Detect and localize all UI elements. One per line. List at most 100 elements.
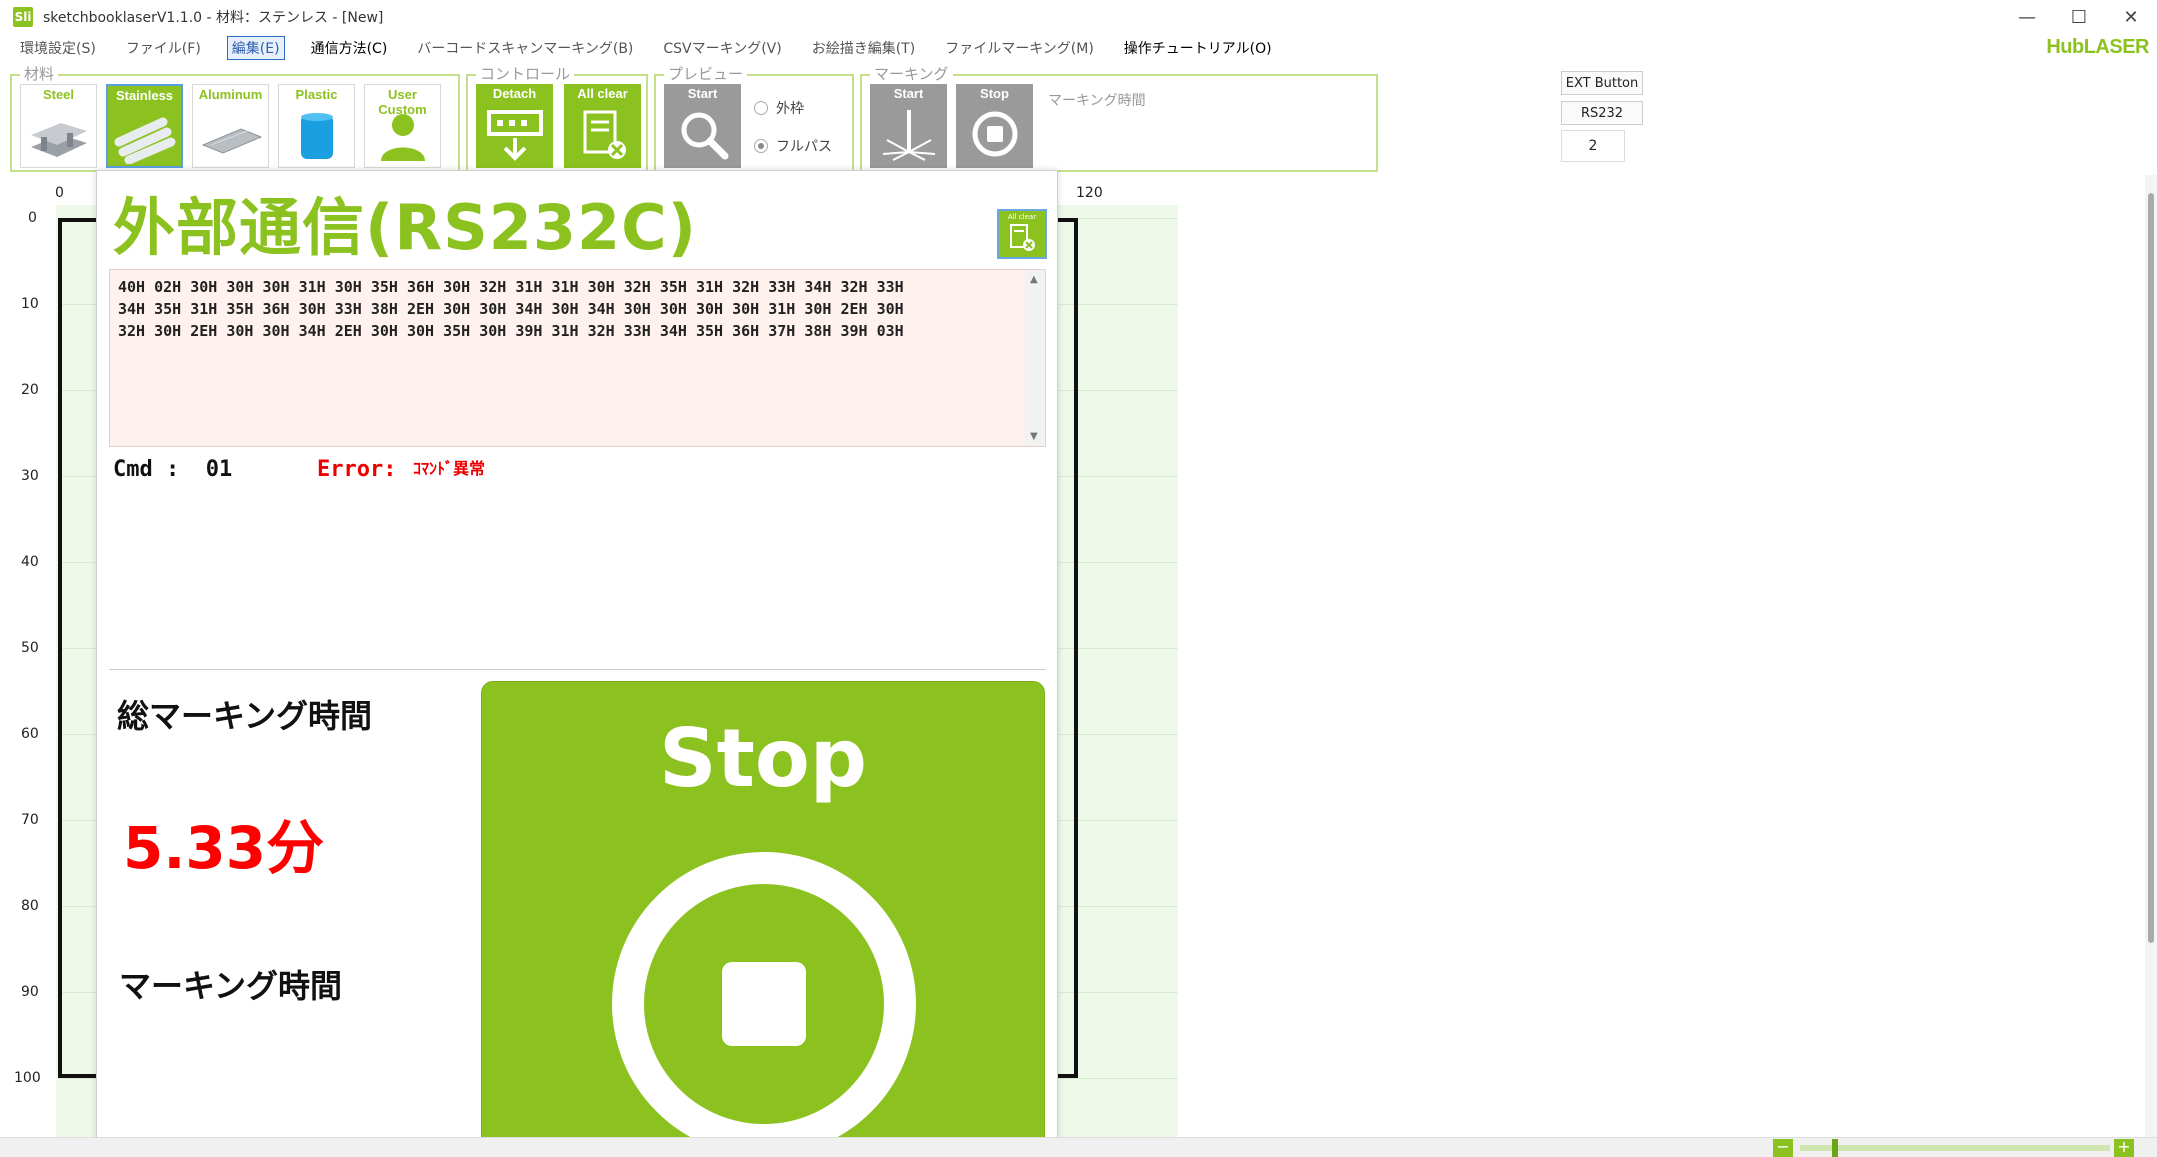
marking-group: マーキング Start Stop マーキング時間 — [860, 63, 1378, 172]
hex-line: 34H 35H 31H 35H 36H 30H 33H 38H 2EH 30H … — [118, 300, 904, 318]
dialog-title: 外部通信(RS232C) — [113, 191, 697, 264]
preview-group-label: プレビュー — [664, 63, 748, 84]
control-group: コントロール Detach All clear — [466, 63, 648, 172]
y-tick: 30 — [21, 468, 39, 484]
magnifier-icon — [681, 112, 728, 160]
x-tick: 0 — [55, 185, 64, 201]
stainless-pipes-icon — [114, 117, 175, 164]
all-clear-icon — [1010, 224, 1035, 251]
brand-logo: HubLASER — [2046, 36, 2149, 58]
marking-time-header: マーキング時間 — [1048, 93, 1146, 109]
title-bar: Sli sketchbooklaserV1.1.0 - 材料：ステンレス - [… — [0, 0, 2157, 34]
command-readout: Cmd : 01 — [113, 457, 233, 482]
material-steel-button[interactable]: Steel — [20, 84, 97, 168]
rs232c-dialog: 外部通信(RS232C) All clear 40H 02H 30H 30H 3… — [96, 170, 1058, 1157]
material-aluminum-button[interactable]: Aluminum — [192, 84, 269, 168]
scroll-down-icon[interactable]: ▼ — [1030, 431, 1038, 442]
channel-value: 2 — [1561, 130, 1625, 162]
preview-start-button[interactable]: Start — [664, 84, 741, 168]
all-clear-icon — [583, 110, 626, 159]
scroll-up-icon[interactable]: ▲ — [1030, 274, 1038, 285]
menu-settings[interactable]: 環境設定(S) — [16, 37, 100, 59]
stop-circle-icon — [612, 852, 916, 1156]
stop-icon — [972, 111, 1017, 157]
menu-drawing-edit[interactable]: お絵描き編集(T) — [808, 37, 919, 59]
preview-group: プレビュー Start 外枠 フルパス — [654, 63, 854, 172]
dialog-all-clear-button[interactable]: All clear — [997, 209, 1047, 259]
marking-group-label: マーキング — [870, 63, 953, 84]
y-tick: 60 — [21, 726, 39, 742]
y-tick: 100 — [14, 1070, 41, 1086]
y-tick: 0 — [28, 210, 37, 226]
received-data-textarea[interactable]: 40H 02H 30H 30H 30H 31H 30H 35H 36H 30H … — [109, 269, 1046, 447]
laser-beam-icon — [882, 110, 935, 161]
app-icon: Sli — [13, 7, 33, 27]
preview-start-label: Start — [687, 86, 718, 101]
big-stop-button[interactable]: Stop — [481, 681, 1045, 1157]
y-tick: 50 — [21, 640, 39, 656]
error-value: ｺﾏﾝﾄﾞ異常 — [413, 459, 486, 478]
menu-file-marking[interactable]: ファイルマーキング(M) — [941, 37, 1098, 59]
app-window: Sli sketchbooklaserV1.1.0 - 材料：ステンレス - [… — [0, 0, 2157, 1157]
maximize-button[interactable]: ☐ — [2053, 0, 2105, 34]
material-stainless-button[interactable]: Stainless — [106, 84, 183, 168]
big-stop-label: Stop — [658, 712, 868, 805]
minimize-button[interactable]: — — [2001, 0, 2053, 34]
y-tick: 90 — [21, 984, 39, 1000]
vertical-scrollbar-thumb[interactable] — [2148, 193, 2154, 943]
material-stainless-label: Stainless — [115, 88, 174, 103]
material-plastic-button[interactable]: Plastic — [278, 84, 355, 168]
control-group-label: コントロール — [476, 63, 575, 84]
full-path-option[interactable]: フルパス — [754, 136, 832, 156]
window-controls: — ☐ ✕ — [2001, 0, 2157, 34]
detach-icon — [486, 110, 543, 161]
marking-time-label: マーキング時間 — [119, 967, 343, 1005]
vertical-scrollbar[interactable] — [2145, 175, 2157, 1137]
all-clear-button[interactable]: All clear — [564, 84, 641, 168]
total-marking-time-value: 5.33分 — [123, 814, 325, 882]
aluminum-sheet-icon — [201, 128, 262, 154]
vertical-ruler: 0 10 20 30 40 50 60 70 80 90 100 — [8, 205, 56, 1137]
y-tick: 20 — [21, 382, 39, 398]
menu-tutorial[interactable]: 操作チュートリアル(O) — [1120, 37, 1276, 59]
window-title: sketchbooklaserV1.1.0 - 材料：ステンレス - [New] — [43, 10, 384, 26]
zoom-slider[interactable] — [1800, 1145, 2110, 1151]
material-group-label: 材料 — [20, 63, 59, 84]
menu-communication[interactable]: 通信方法(C) — [307, 37, 392, 59]
x-tick: 120 — [1076, 185, 1103, 201]
zoom-out-button[interactable]: − — [1773, 1139, 1793, 1157]
material-plastic-label: Plastic — [295, 87, 338, 102]
plastic-barrel-icon — [300, 113, 333, 159]
zoom-in-button[interactable]: + — [2114, 1139, 2134, 1157]
y-tick: 80 — [21, 898, 39, 914]
hex-line: 32H 30H 2EH 30H 30H 34H 2EH 30H 30H 35H … — [118, 322, 904, 340]
menu-bar: 環境設定(S) ファイル(F) 編集(E) 通信方法(C) バーコードスキャンマ… — [0, 34, 2157, 62]
steel-beam-icon — [30, 123, 87, 157]
outer-frame-label: 外枠 — [776, 101, 804, 117]
marking-start-button[interactable]: Start — [870, 84, 947, 168]
material-group: 材料 Steel Stainless Aluminum Plastic User… — [10, 63, 460, 172]
close-button[interactable]: ✕ — [2105, 0, 2157, 34]
textarea-scrollbar[interactable]: ▲ ▼ — [1025, 270, 1045, 446]
ext-button[interactable]: EXT Button — [1561, 71, 1643, 95]
full-path-radio[interactable] — [754, 139, 768, 153]
y-tick: 70 — [21, 812, 39, 828]
menu-file[interactable]: ファイル(F) — [122, 37, 205, 59]
y-tick: 10 — [21, 296, 39, 312]
material-user-custom-button[interactable]: User Custom — [364, 84, 441, 168]
error-label: Error: — [317, 457, 397, 482]
zoom-slider-thumb[interactable] — [1832, 1139, 1838, 1157]
menu-csv-marking[interactable]: CSVマーキング(V) — [659, 37, 785, 59]
material-steel-label: Steel — [42, 87, 75, 102]
outer-frame-option[interactable]: 外枠 — [754, 98, 804, 118]
menu-edit[interactable]: 編集(E) — [226, 36, 285, 60]
y-tick: 40 — [21, 554, 39, 570]
hex-line: 40H 02H 30H 30H 30H 31H 30H 35H 36H 30H … — [118, 278, 904, 296]
marking-stop-button[interactable]: Stop — [956, 84, 1033, 168]
outer-frame-radio[interactable] — [754, 101, 768, 115]
material-aluminum-label: Aluminum — [198, 87, 263, 102]
menu-barcode-marking[interactable]: バーコードスキャンマーキング(B) — [413, 37, 637, 59]
rs232-button[interactable]: RS232 — [1561, 101, 1643, 125]
divider — [109, 669, 1046, 670]
detach-button[interactable]: Detach — [476, 84, 553, 168]
